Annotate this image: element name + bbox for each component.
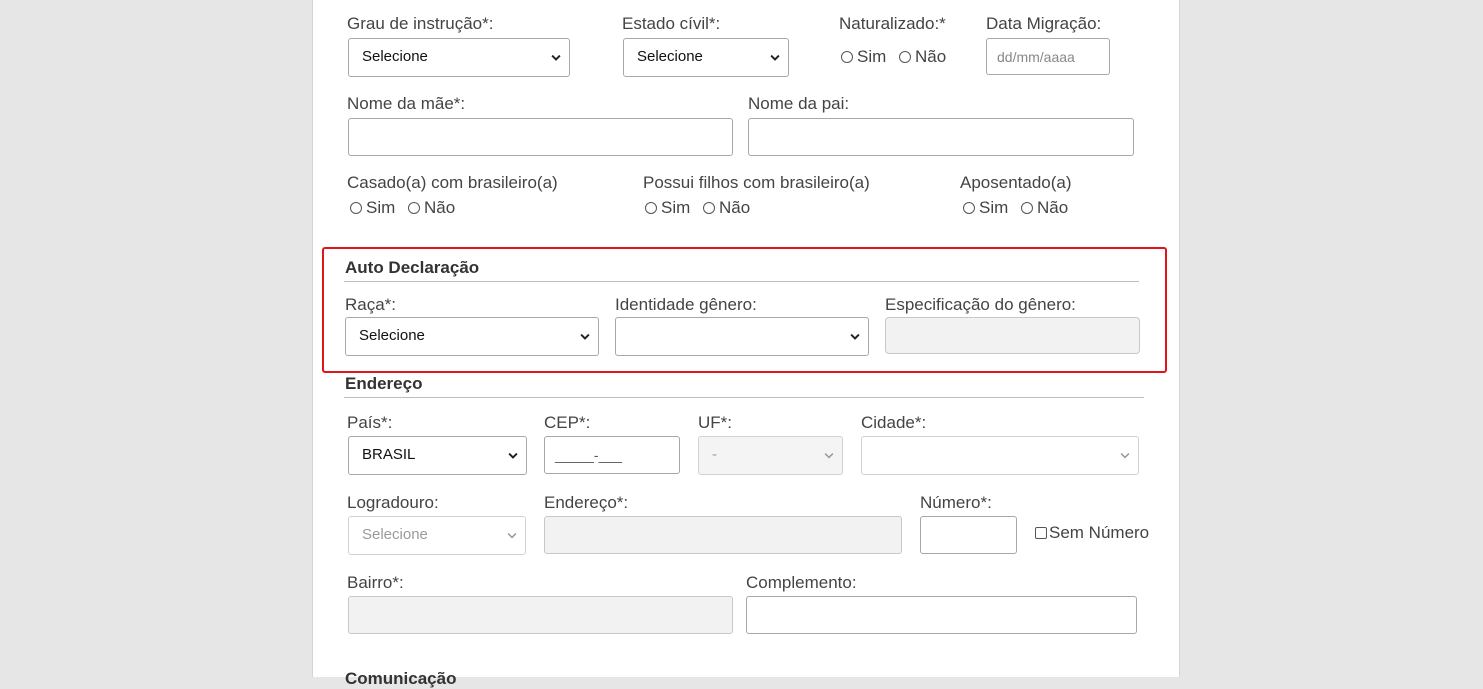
radio-sim-label: Sim bbox=[661, 198, 691, 217]
endereco-input[interactable] bbox=[544, 516, 902, 554]
bairro-label: Bairro*: bbox=[347, 573, 404, 592]
pais-label: País*: bbox=[347, 413, 393, 432]
radio-nao[interactable] bbox=[1021, 202, 1034, 214]
data-migracao-label: Data Migração: bbox=[986, 14, 1102, 33]
grau-instrucao-select[interactable]: Selecione bbox=[348, 38, 570, 77]
chevron-down-icon bbox=[580, 333, 590, 340]
pais-select[interactable]: BRASIL bbox=[348, 436, 527, 475]
logradouro-label: Logradouro: bbox=[347, 493, 439, 512]
logradouro-select[interactable]: Selecione bbox=[348, 516, 526, 555]
especificacao-genero-input[interactable] bbox=[885, 317, 1140, 354]
radio-nao[interactable] bbox=[899, 51, 912, 63]
endereco-label: Endereço*: bbox=[544, 493, 629, 512]
section-divider bbox=[344, 281, 1139, 282]
identidade-genero-label: Identidade gênero: bbox=[615, 295, 757, 314]
radio-sim[interactable] bbox=[350, 202, 362, 214]
bairro-input[interactable] bbox=[348, 596, 733, 634]
complemento-label: Complemento: bbox=[746, 573, 857, 592]
estado-civil-label: Estado cívil*: bbox=[622, 14, 721, 33]
radio-nao-label: Não bbox=[719, 198, 751, 217]
filhos-radio-group: Sim Não bbox=[645, 198, 758, 218]
auto-declaracao-title: Auto Declaração bbox=[345, 258, 480, 277]
aposentado-nao-option[interactable]: Não bbox=[1021, 198, 1068, 218]
sem-numero-checkbox[interactable] bbox=[1035, 527, 1047, 539]
radio-sim[interactable] bbox=[841, 51, 853, 63]
section-divider bbox=[344, 397, 1144, 398]
radio-sim[interactable] bbox=[645, 202, 657, 214]
grau-instrucao-value: Selecione bbox=[362, 48, 428, 65]
estado-civil-select[interactable]: Selecione bbox=[623, 38, 789, 77]
numero-input[interactable] bbox=[920, 516, 1017, 554]
casado-label: Casado(a) com brasileiro(a) bbox=[347, 173, 558, 192]
radio-nao-label: Não bbox=[1037, 198, 1069, 217]
chevron-down-icon bbox=[770, 54, 780, 61]
cep-mask: _____-___ bbox=[555, 447, 622, 463]
casado-radio-group: Sim Não bbox=[350, 198, 463, 218]
chevron-down-icon bbox=[508, 452, 518, 459]
radio-sim-label: Sim bbox=[979, 198, 1009, 217]
chevron-down-icon bbox=[824, 453, 834, 459]
endereco-title: Endereço bbox=[345, 374, 423, 393]
nome-pai-input[interactable] bbox=[748, 118, 1134, 156]
identidade-genero-select[interactable] bbox=[615, 317, 869, 356]
nome-pai-label: Nome da pai: bbox=[748, 94, 850, 113]
cep-input[interactable]: _____-___ bbox=[544, 436, 680, 474]
data-migracao-input[interactable]: dd/mm/aaaa bbox=[986, 38, 1110, 75]
numero-label: Número*: bbox=[920, 493, 992, 512]
filhos-label: Possui filhos com brasileiro(a) bbox=[643, 173, 870, 192]
nome-mae-label: Nome da mãe*: bbox=[347, 94, 466, 113]
aposentado-radio-group: Sim Não bbox=[963, 198, 1076, 218]
naturalizado-radio-group: Sim Não bbox=[841, 47, 954, 67]
radio-sim-label: Sim bbox=[857, 47, 887, 66]
radio-sim[interactable] bbox=[963, 202, 975, 214]
casado-nao-option[interactable]: Não bbox=[408, 198, 455, 218]
naturalizado-nao-option[interactable]: Não bbox=[899, 47, 946, 67]
radio-sim-label: Sim bbox=[366, 198, 396, 217]
raca-value: Selecione bbox=[359, 327, 425, 344]
naturalizado-sim-option[interactable]: Sim bbox=[841, 47, 886, 67]
chevron-down-icon bbox=[507, 533, 517, 539]
chevron-down-icon bbox=[551, 54, 561, 61]
uf-value: - bbox=[712, 446, 717, 463]
sem-numero-label: Sem Número bbox=[1049, 523, 1150, 542]
uf-label: UF*: bbox=[698, 413, 732, 432]
casado-sim-option[interactable]: Sim bbox=[350, 198, 395, 218]
comunicacao-title: Comunicação bbox=[345, 669, 457, 688]
cidade-label: Cidade*: bbox=[861, 413, 927, 432]
logradouro-value: Selecione bbox=[362, 526, 428, 543]
filhos-sim-option[interactable]: Sim bbox=[645, 198, 690, 218]
sem-numero-option[interactable]: Sem Número bbox=[1035, 523, 1149, 543]
cep-label: CEP*: bbox=[544, 413, 591, 432]
radio-nao-label: Não bbox=[424, 198, 456, 217]
especificacao-genero-label: Especificação do gênero: bbox=[885, 295, 1076, 314]
data-migracao-placeholder: dd/mm/aaaa bbox=[997, 49, 1075, 65]
chevron-down-icon bbox=[1120, 453, 1130, 459]
raca-label: Raça*: bbox=[345, 295, 397, 314]
chevron-down-icon bbox=[850, 333, 860, 340]
raca-select[interactable]: Selecione bbox=[345, 317, 599, 356]
radio-nao-label: Não bbox=[915, 47, 947, 66]
pais-value: BRASIL bbox=[362, 446, 416, 463]
nome-mae-input[interactable] bbox=[348, 118, 733, 156]
aposentado-label: Aposentado(a) bbox=[960, 173, 1072, 192]
complemento-input[interactable] bbox=[746, 596, 1137, 634]
estado-civil-value: Selecione bbox=[637, 48, 703, 65]
uf-select[interactable]: - bbox=[698, 436, 843, 475]
radio-nao[interactable] bbox=[703, 202, 716, 214]
radio-nao[interactable] bbox=[408, 202, 421, 214]
cidade-select[interactable] bbox=[861, 436, 1139, 475]
filhos-nao-option[interactable]: Não bbox=[703, 198, 750, 218]
naturalizado-label: Naturalizado:* bbox=[839, 14, 946, 33]
aposentado-sim-option[interactable]: Sim bbox=[963, 198, 1008, 218]
grau-instrucao-label: Grau de instrução*: bbox=[347, 14, 494, 33]
